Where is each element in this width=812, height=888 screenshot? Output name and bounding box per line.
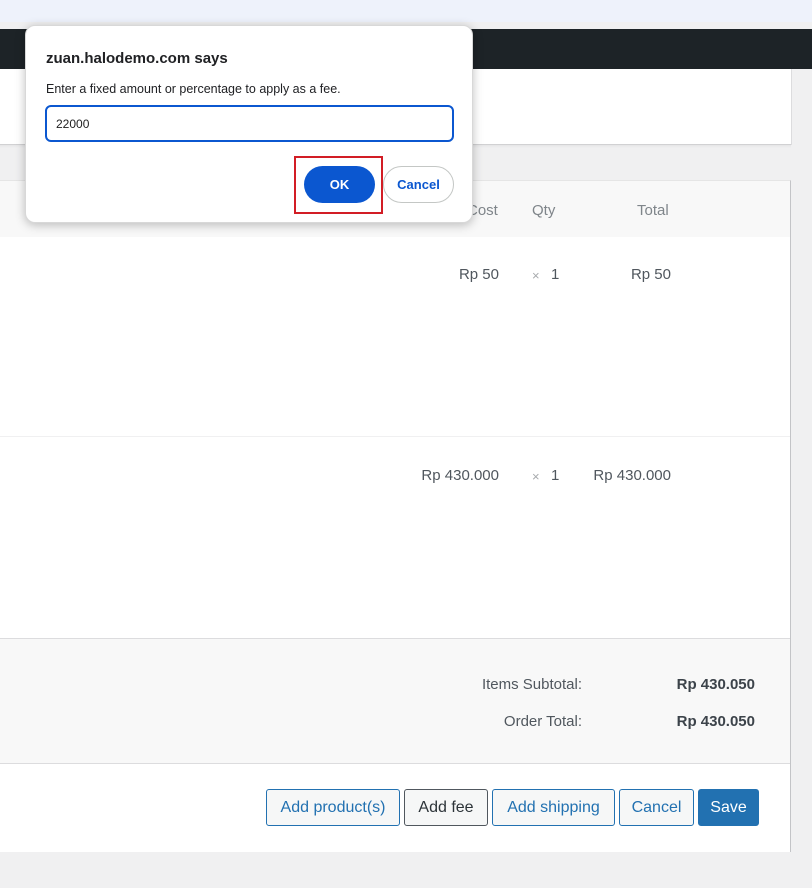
order-total-value: Rp 430.050 <box>676 713 755 730</box>
add-fee-button[interactable]: Add fee <box>404 789 488 826</box>
item-total: Rp 50 <box>630 266 671 283</box>
order-total-label: Order Total: <box>503 713 582 730</box>
save-button[interactable]: Save <box>698 789 759 826</box>
add-shipping-button[interactable]: Add shipping <box>492 789 615 826</box>
dialog-cancel-button[interactable]: Cancel <box>383 166 454 203</box>
items-subtotal-label: Items Subtotal: <box>481 676 582 693</box>
item-qty: 1 <box>551 467 560 484</box>
prompt-dialog: zuan.halodemo.com says Enter a fixed amo… <box>25 25 473 223</box>
fee-amount-input[interactable] <box>45 105 454 142</box>
dialog-message: Enter a fixed amount or percentage to ap… <box>46 82 341 96</box>
ok-button[interactable]: OK <box>304 166 375 203</box>
order-totals: Items Subtotal: Rp 430.050 Order Total: … <box>0 638 790 763</box>
table-row[interactable]: Rp 430.000 × 1 Rp 430.000 <box>0 438 790 638</box>
times-icon: × <box>532 469 540 484</box>
order-actions: Add product(s) Add fee Add shipping Canc… <box>0 763 790 852</box>
order-items-panel: Cost Qty Total Rp 50 × 1 Rp 50 Rp 430.00… <box>0 180 791 852</box>
cancel-button[interactable]: Cancel <box>619 789 694 826</box>
items-subtotal-value: Rp 430.050 <box>676 676 755 693</box>
column-header-total[interactable]: Total <box>637 202 669 219</box>
item-total: Rp 430.000 <box>593 467 671 484</box>
column-header-qty[interactable]: Qty <box>532 202 555 219</box>
table-row[interactable]: Rp 50 × 1 Rp 50 <box>0 237 790 437</box>
item-cost: Rp 50 <box>458 266 499 283</box>
times-icon: × <box>532 268 540 283</box>
browser-top-strip <box>0 0 812 22</box>
item-cost: Rp 430.000 <box>421 467 499 484</box>
item-qty: 1 <box>551 266 560 283</box>
add-products-button[interactable]: Add product(s) <box>266 789 400 826</box>
dialog-title: zuan.halodemo.com says <box>46 50 228 67</box>
